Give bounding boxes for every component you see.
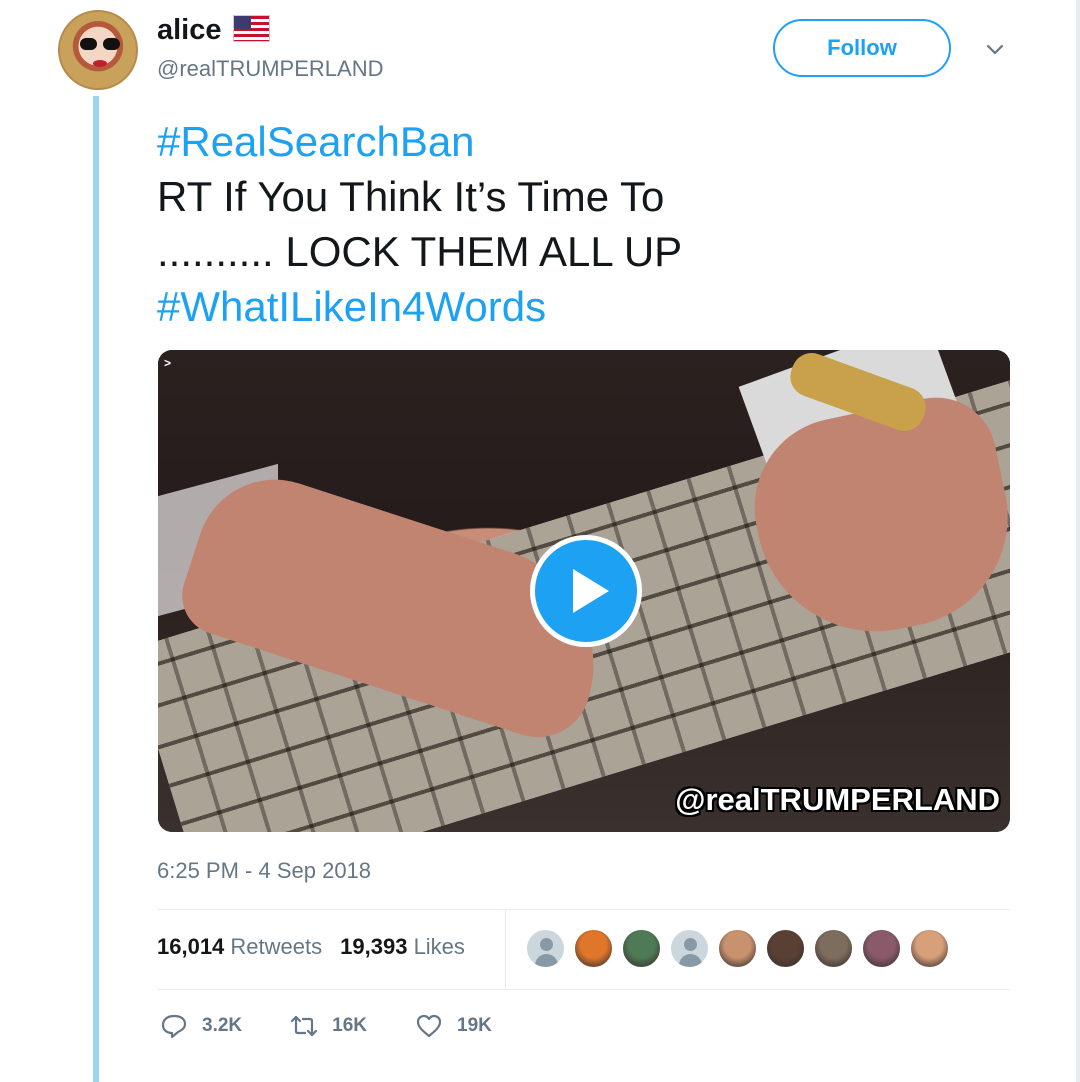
play-button[interactable]: [530, 535, 642, 647]
chevron-down-icon[interactable]: [984, 38, 1006, 60]
follow-button[interactable]: Follow: [773, 19, 951, 77]
reply-count: 3.2K: [202, 1015, 243, 1036]
media-badge: >: [164, 356, 172, 370]
video-player[interactable]: > @realTRUMPERLAND: [158, 350, 1010, 832]
divider: [157, 909, 1010, 910]
avatar-lips: [93, 60, 107, 67]
likes-label: Likes: [413, 934, 465, 959]
retweets-label: Retweets: [230, 934, 323, 959]
retweet-button[interactable]: 16K: [290, 1012, 367, 1040]
liker-avatar[interactable]: [573, 928, 614, 969]
tweet-line: RT If You Think It’s Time To: [157, 173, 665, 220]
liker-avatar[interactable]: [525, 928, 566, 969]
liker-avatar[interactable]: [909, 928, 950, 969]
tweet-stats: 16,014 Retweets 19,393 Likes: [157, 934, 465, 960]
video-watermark: @realTRUMPERLAND: [675, 782, 1000, 817]
hashtag-link[interactable]: #RealSearchBan: [157, 114, 977, 169]
author-name[interactable]: alice: [157, 14, 222, 47]
play-icon: [573, 569, 609, 613]
like-count: 19K: [457, 1015, 492, 1036]
page-edge: [1076, 0, 1080, 1082]
liker-avatar[interactable]: [717, 928, 758, 969]
tweet-timestamp[interactable]: 6:25 PM - 4 Sep 2018: [157, 858, 371, 884]
likes-stat[interactable]: 19,393 Likes: [340, 934, 465, 960]
liker-avatar[interactable]: [669, 928, 710, 969]
author-handle[interactable]: @realTRUMPERLAND: [157, 56, 383, 82]
liker-avatars: [525, 928, 950, 969]
liker-avatar[interactable]: [861, 928, 902, 969]
hashtag-link[interactable]: #WhatILikeIn4Words: [157, 279, 977, 334]
us-flag-icon: [233, 15, 270, 42]
retweet-count: 16K: [332, 1015, 367, 1036]
tweet-actions: 3.2K 16K 19K: [160, 1012, 540, 1040]
liker-avatar[interactable]: [765, 928, 806, 969]
thread-line: [93, 96, 99, 1082]
divider: [157, 989, 1010, 990]
likes-count: 19,393: [340, 934, 408, 959]
reply-icon: [161, 1014, 187, 1039]
retweet-icon: [291, 1015, 318, 1037]
tweet-line: .......... LOCK THEM ALL UP: [157, 228, 683, 275]
liker-avatar[interactable]: [621, 928, 662, 969]
retweets-stat[interactable]: 16,014 Retweets: [157, 934, 322, 960]
divider: [505, 910, 506, 990]
tweet-text: #RealSearchBan RT If You Think It’s Time…: [157, 114, 977, 334]
reply-button[interactable]: 3.2K: [160, 1012, 242, 1040]
like-button[interactable]: 19K: [415, 1012, 492, 1040]
author-avatar[interactable]: [58, 10, 138, 90]
liker-avatar[interactable]: [813, 928, 854, 969]
retweets-count: 16,014: [157, 934, 225, 959]
avatar-glasses: [80, 38, 120, 50]
heart-icon: [416, 1014, 442, 1038]
